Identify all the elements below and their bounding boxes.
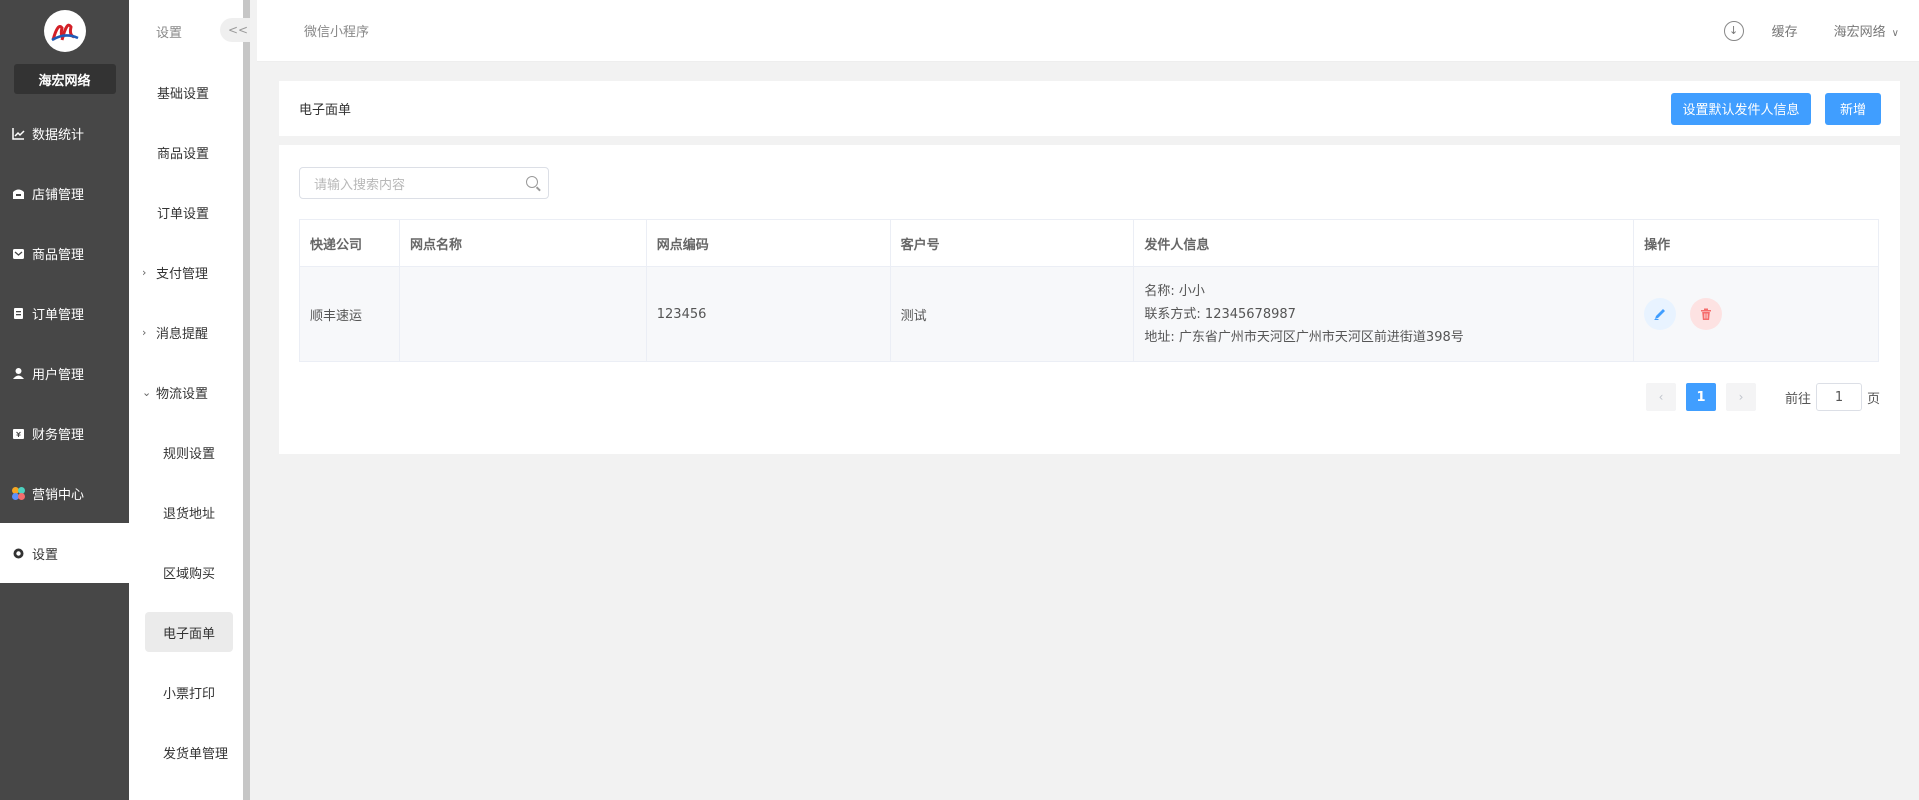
nav-item-marketing[interactable]: 营销中心 bbox=[0, 463, 129, 523]
goto-page-input[interactable]: 1 bbox=[1815, 383, 1862, 411]
nav-item-orders[interactable]: 订单管理 bbox=[0, 283, 129, 343]
add-button[interactable]: 新增 bbox=[1825, 92, 1881, 125]
user-name: 海宏网络 bbox=[1833, 25, 1886, 40]
table-row: 顺丰速运 123456 测试 名称: 小小 联系方式: 12345678987 … bbox=[299, 266, 1879, 362]
column-header-sender: 发件人信息 bbox=[1133, 219, 1635, 267]
nav-item-settings[interactable]: 设置 bbox=[0, 523, 129, 583]
subnav-item-eorder[interactable]: 电子面单 bbox=[145, 612, 233, 652]
nav-item-label: 用户管理 bbox=[32, 367, 85, 383]
nav-item-label: 营销中心 bbox=[32, 487, 85, 503]
subnav-group-logistics[interactable]: ⌄ 物流设置 bbox=[129, 362, 243, 422]
subnav-item-return-address[interactable]: 退货地址 bbox=[129, 482, 243, 542]
page-header: 电子面单 设置默认发件人信息 新增 bbox=[279, 81, 1900, 136]
column-header-customer-no: 客户号 bbox=[889, 219, 1135, 267]
chart-icon bbox=[10, 125, 26, 141]
cell-sender-info: 名称: 小小 联系方式: 12345678987 地址: 广东省广州市天河区广州… bbox=[1133, 266, 1635, 362]
subnav-item-rules[interactable]: 规则设置 bbox=[129, 422, 243, 482]
subnav-item-delivery-note[interactable]: 发货单管理 bbox=[129, 722, 243, 782]
subnav-group-label: 支付管理 bbox=[156, 266, 209, 282]
page-number-current[interactable]: 1 bbox=[1685, 383, 1716, 411]
store-icon bbox=[10, 185, 26, 201]
set-default-sender-button[interactable]: 设置默认发件人信息 bbox=[1671, 92, 1811, 125]
delete-button[interactable] bbox=[1690, 298, 1723, 330]
content-card: 请输入搜索内容 快递公司 网点名称 网点编码 客户号 发件人信息 操作 顺丰速运… bbox=[279, 145, 1900, 454]
subnav-item-basic[interactable]: 基础设置 bbox=[129, 62, 243, 122]
goods-icon bbox=[10, 245, 26, 261]
nav-item-goods[interactable]: 商品管理 bbox=[0, 223, 129, 283]
subnav-item-region-purchase[interactable]: 区域购买 bbox=[129, 542, 243, 602]
edit-button[interactable] bbox=[1644, 298, 1677, 330]
nav-item-label: 商品管理 bbox=[32, 247, 85, 263]
nav-item-users[interactable]: 用户管理 bbox=[0, 343, 129, 403]
pagination: ‹ 1 › 前往 1 页 bbox=[1641, 383, 1880, 411]
page-title: 电子面单 bbox=[299, 103, 352, 118]
nav-item-label: 数据统计 bbox=[32, 127, 85, 143]
next-page-button[interactable]: › bbox=[1725, 383, 1756, 411]
sub-sidebar-title: 设置 bbox=[156, 25, 183, 41]
settings-icon bbox=[10, 545, 26, 561]
page-suffix: 页 bbox=[1866, 391, 1880, 407]
top-bar: 微信小程序 ↓ 缓存 海宏网络 ∨ bbox=[257, 0, 1919, 62]
eorder-table: 快递公司 网点名称 网点编码 客户号 发件人信息 操作 顺丰速运 123456 … bbox=[299, 219, 1879, 362]
sender-name: 名称: 小小 bbox=[1144, 283, 1205, 299]
nav-item-label: 财务管理 bbox=[32, 427, 85, 443]
search-placeholder: 请输入搜索内容 bbox=[314, 177, 406, 193]
subnav-group-payment[interactable]: › 支付管理 bbox=[129, 242, 243, 302]
order-icon bbox=[10, 305, 26, 321]
nav-item-finance[interactable]: 财务管理 bbox=[0, 403, 129, 463]
cell-customer-no: 测试 bbox=[889, 266, 1135, 362]
top-bar-actions: ↓ 缓存 海宏网络 ∨ bbox=[1723, 20, 1899, 41]
brand-name: 海宏网络 bbox=[13, 64, 116, 94]
cache-button[interactable]: 缓存 bbox=[1772, 21, 1798, 40]
user-menu[interactable]: 海宏网络 ∨ bbox=[1834, 21, 1899, 40]
nav-item-statistics[interactable]: 数据统计 bbox=[0, 103, 129, 163]
cell-branch-name bbox=[398, 266, 647, 362]
sub-sidebar: 设置 << 基础设置 商品设置 订单设置 › 支付管理 › 消息提醒 ⌄ 物流设… bbox=[129, 0, 250, 800]
chevron-down-icon: ∨ bbox=[1891, 28, 1899, 39]
main-nav: 数据统计 店铺管理 商品管理 订单管理 用户管理 财务管理 营销中心 设置 bbox=[0, 103, 129, 583]
nav-item-store[interactable]: 店铺管理 bbox=[0, 163, 129, 223]
finance-icon bbox=[10, 425, 26, 441]
column-header-branch-name: 网点名称 bbox=[398, 219, 647, 267]
collapse-button[interactable]: << bbox=[220, 18, 250, 42]
cell-branch-code: 123456 bbox=[645, 266, 891, 362]
main-sidebar: 海宏网络 数据统计 店铺管理 商品管理 订单管理 用户管理 财务管理 营销中心 bbox=[0, 0, 129, 800]
search-input[interactable]: 请输入搜索内容 bbox=[299, 167, 549, 199]
table-header-row: 快递公司 网点名称 网点编码 客户号 发件人信息 操作 bbox=[299, 219, 1879, 267]
prev-page-button[interactable]: ‹ bbox=[1645, 383, 1676, 411]
goto-label: 前往 bbox=[1784, 391, 1811, 407]
top-bar-title: 微信小程序 bbox=[304, 25, 370, 40]
subnav-item-order[interactable]: 订单设置 bbox=[129, 182, 243, 242]
sender-phone: 联系方式: 12345678987 bbox=[1144, 306, 1296, 322]
trash-icon bbox=[1701, 308, 1712, 320]
nav-item-label: 订单管理 bbox=[32, 307, 85, 323]
marketing-icon bbox=[10, 485, 26, 501]
pencil-icon bbox=[1654, 309, 1666, 320]
logo-area bbox=[0, 0, 129, 62]
chevron-right-icon: › bbox=[142, 265, 147, 279]
sender-address: 地址: 广东省广州市天河区广州市天河区前进街道398号 bbox=[1144, 329, 1464, 345]
sub-sidebar-header: 设置 << bbox=[129, 0, 250, 62]
cell-actions bbox=[1633, 266, 1879, 362]
nav-item-label: 设置 bbox=[32, 547, 59, 563]
chevron-down-icon: ⌄ bbox=[142, 385, 152, 399]
search-icon[interactable] bbox=[526, 176, 538, 188]
logo bbox=[43, 10, 86, 52]
nav-item-label: 店铺管理 bbox=[32, 187, 85, 203]
column-header-company: 快递公司 bbox=[299, 219, 400, 267]
column-header-actions: 操作 bbox=[1633, 219, 1879, 267]
subnav-group-message[interactable]: › 消息提醒 bbox=[129, 302, 243, 362]
chevron-right-icon: › bbox=[142, 325, 147, 339]
subnav-item-goods[interactable]: 商品设置 bbox=[129, 122, 243, 182]
subnav-item-receipt-print[interactable]: 小票打印 bbox=[129, 662, 243, 722]
subnav-group-label: 消息提醒 bbox=[156, 326, 209, 342]
subnav-group-label: 物流设置 bbox=[156, 386, 209, 402]
column-header-branch-code: 网点编码 bbox=[645, 219, 891, 267]
cell-company: 顺丰速运 bbox=[299, 266, 400, 362]
user-icon bbox=[10, 365, 26, 381]
download-icon[interactable]: ↓ bbox=[1723, 20, 1744, 41]
